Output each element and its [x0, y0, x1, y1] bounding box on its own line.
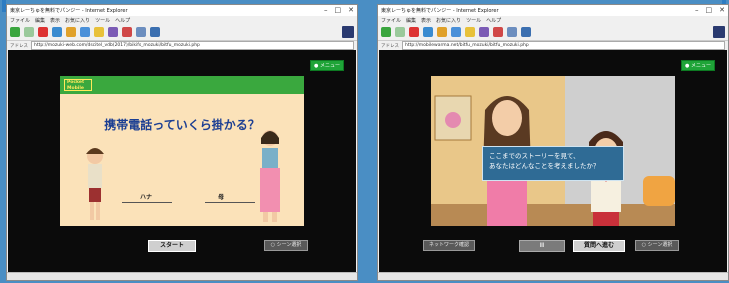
message-line-2: あなたはどんなことを考えましたか？ [489, 162, 600, 170]
browser-window-2: 東京レーちゅを無料でパンジー - Internet Explorer – □ ✕… [377, 4, 729, 281]
menubar: ファイル 編集 表示 お気に入り ツール ヘルプ [378, 16, 728, 24]
story-message-box: ここまでのストーリーを見て、 あなたはどんなことを考えましたか？ [482, 146, 624, 181]
home-icon[interactable] [437, 27, 447, 37]
address-bar: アドレス http://mozuki-web.com/dscitel_vdb(2… [7, 41, 357, 50]
menu-button[interactable]: ● メニュー [681, 60, 715, 71]
refresh-icon[interactable] [423, 27, 433, 37]
characters-illustration [86, 130, 280, 222]
maximize-icon[interactable]: □ [335, 7, 342, 14]
stop-icon[interactable] [38, 27, 48, 37]
menu-file[interactable]: ファイル [381, 17, 401, 24]
back-icon[interactable] [10, 27, 20, 37]
next-button[interactable]: 質問へ進む [573, 240, 625, 252]
favorites-icon[interactable] [465, 27, 475, 37]
start-button[interactable]: スタート [148, 240, 196, 252]
scene-select-button[interactable]: ○ シーン選択 [264, 240, 308, 251]
address-label: アドレス [10, 43, 28, 49]
menu-help[interactable]: ヘルプ [115, 17, 130, 24]
message-line-1: ここまでのストーリーを見て、 [489, 152, 580, 160]
menu-file[interactable]: ファイル [10, 17, 30, 24]
menu-edit[interactable]: 編集 [406, 17, 416, 24]
search-icon[interactable] [451, 27, 461, 37]
maximize-icon[interactable]: □ [706, 7, 713, 14]
titlebar: 東京レーちゅを無料でパンジー - Internet Explorer – □ ✕ [7, 5, 357, 16]
hana-character [86, 148, 104, 220]
ie-logo-icon [342, 26, 354, 38]
back-button[interactable]: ネットワーク確認 [423, 240, 475, 251]
favorites-icon[interactable] [94, 27, 104, 37]
label-hana: ハナ [140, 194, 153, 201]
ie-logo-icon [713, 26, 725, 38]
forward-icon[interactable] [24, 27, 34, 37]
name-underline-right [205, 202, 255, 203]
menubar: ファイル 編集 表示 お気に入り ツール ヘルプ [7, 16, 357, 24]
address-label: アドレス [381, 43, 399, 49]
scene-select-button[interactable]: ○ シーン選択 [635, 240, 679, 251]
search-icon[interactable] [80, 27, 90, 37]
titlebar: 東京レーちゅを無料でパンジー - Internet Explorer – □ ✕ [378, 5, 728, 16]
edit-icon[interactable] [150, 27, 160, 37]
mail-icon[interactable] [122, 27, 132, 37]
toolbar [7, 24, 357, 41]
back-icon[interactable] [381, 27, 391, 37]
window-title: 東京レーちゅを無料でパンジー - Internet Explorer [381, 8, 499, 14]
menu-edit[interactable]: 編集 [35, 17, 45, 24]
print-icon[interactable] [136, 27, 146, 37]
minimize-icon[interactable]: – [324, 7, 328, 14]
home-icon[interactable] [66, 27, 76, 37]
title-scene: Pocket Mobile 携帯電話っていくら掛かる？ ハナ 母 [60, 76, 304, 226]
menu-favorites[interactable]: お気に入り [436, 17, 461, 24]
address-bar: アドレス http://mobilewarma.net/bitfu_mozuki… [378, 41, 728, 50]
menu-tools[interactable]: ツール [95, 17, 110, 24]
menu-tools[interactable]: ツール [466, 17, 481, 24]
mail-icon[interactable] [493, 27, 503, 37]
minimize-icon[interactable]: – [695, 7, 699, 14]
window-title: 東京レーちゅを無料でパンジー - Internet Explorer [10, 8, 128, 14]
edit-icon[interactable] [521, 27, 531, 37]
label-mother: 母 [218, 194, 225, 201]
close-icon[interactable]: ✕ [348, 7, 354, 14]
forward-icon[interactable] [395, 27, 405, 37]
mother-character [260, 130, 280, 222]
sofa-decor [643, 176, 675, 206]
status-bar [378, 272, 728, 280]
page-content: ● メニュー Pocket Mobile 携帯電話っていくら掛かる？ ハナ 母 … [8, 50, 356, 272]
close-icon[interactable]: ✕ [719, 7, 725, 14]
menu-view[interactable]: 表示 [421, 17, 431, 24]
pause-button[interactable]: II [519, 240, 565, 252]
menu-button[interactable]: ● メニュー [310, 60, 344, 71]
stop-icon[interactable] [409, 27, 419, 37]
refresh-icon[interactable] [52, 27, 62, 37]
toolbar [378, 24, 728, 41]
history-icon[interactable] [108, 27, 118, 37]
name-underline-left [122, 202, 172, 203]
window-decor [434, 95, 472, 141]
address-input[interactable]: http://mobilewarma.net/bitfu_mozuki/bitf… [402, 41, 725, 50]
history-icon[interactable] [479, 27, 489, 37]
menu-favorites[interactable]: お気に入り [65, 17, 90, 24]
page-content: ● メニュー ここまでのストーリーを見て、 あなたはどんなことを考えましたか？ … [379, 50, 727, 272]
address-input[interactable]: http://mozuki-web.com/dscitel_vdb(2017)/… [31, 41, 354, 50]
status-bar [7, 272, 357, 280]
story-scene: ここまでのストーリーを見て、 あなたはどんなことを考えましたか？ [431, 76, 675, 226]
menu-view[interactable]: 表示 [50, 17, 60, 24]
menu-help[interactable]: ヘルプ [486, 17, 501, 24]
browser-window-1: 東京レーちゅを無料でパンジー - Internet Explorer – □ ✕… [6, 4, 358, 281]
print-icon[interactable] [507, 27, 517, 37]
